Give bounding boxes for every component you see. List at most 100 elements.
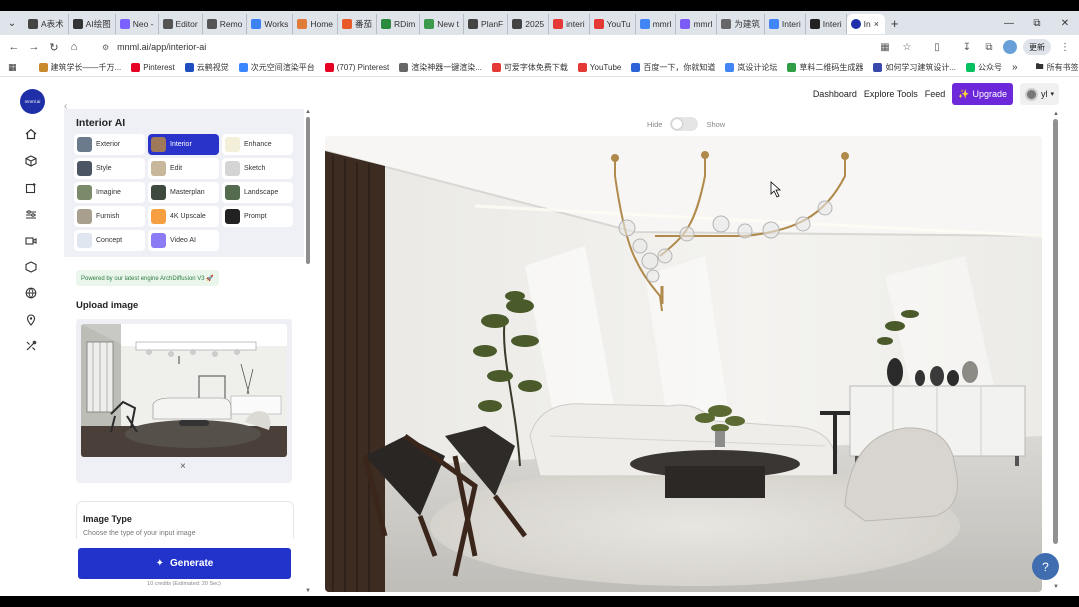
relaunch-button[interactable]: 更新 — [1023, 39, 1051, 55]
upload-dropzone[interactable]: × — [76, 319, 292, 483]
scroll-down-icon[interactable]: ▼ — [305, 588, 311, 594]
bookmark-item[interactable]: 公众号 — [966, 62, 1002, 73]
tab-search-icon[interactable]: ⌄ — [0, 11, 24, 35]
minimize-icon[interactable]: — — [995, 18, 1023, 29]
browser-tab[interactable]: New t — [420, 14, 465, 34]
close-window-icon[interactable]: ✕ — [1051, 18, 1079, 29]
browser-tab[interactable]: mmrl — [636, 14, 677, 34]
sliders-icon[interactable] — [24, 208, 38, 222]
browser-tab[interactable]: Remo — [203, 14, 248, 34]
browser-tab[interactable]: 为建筑 — [717, 14, 765, 34]
mode-style-button[interactable]: Style — [74, 158, 145, 179]
upgrade-button[interactable]: ✨ Upgrade — [952, 83, 1013, 105]
browser-tab[interactable]: mmrl — [676, 14, 718, 34]
nav-explore-tools[interactable]: Explore Tools — [864, 89, 918, 99]
mode-concept-button[interactable]: Concept — [74, 230, 145, 251]
browser-tab[interactable]: interi — [549, 14, 590, 34]
browser-tab[interactable]: RDim — [377, 14, 421, 34]
share-icon[interactable]: ⧉ — [981, 42, 997, 53]
mode-masterplan-button[interactable]: Masterplan — [148, 182, 219, 203]
tab-active[interactable]: In × — [846, 14, 885, 34]
bookmark-item[interactable]: (707) Pinterest — [324, 62, 389, 73]
nav-feed[interactable]: Feed — [925, 89, 946, 99]
bookmark-item[interactable]: 渲染神器一键渲染... — [399, 62, 482, 73]
browser-menu-icon[interactable]: ⋮ — [1057, 42, 1073, 53]
scroll-up-icon[interactable]: ▲ — [305, 109, 311, 115]
extensions-icon[interactable]: ▯ — [929, 42, 945, 53]
help-button[interactable]: ? — [1032, 553, 1059, 580]
browser-tab[interactable]: AI绘图 — [69, 14, 116, 34]
download-icon[interactable]: ↧ — [959, 42, 975, 53]
back-icon[interactable]: ← — [4, 41, 24, 53]
bookmark-item[interactable]: 岚设计论坛 — [725, 62, 777, 73]
browser-tab[interactable]: Interi — [806, 14, 847, 34]
reload-icon[interactable]: ↻ — [44, 41, 64, 54]
remove-image-icon[interactable]: × — [180, 461, 186, 472]
all-bookmarks[interactable]: 🖿 所有书签 — [1036, 61, 1079, 75]
generate-button[interactable]: ✦ Generate — [78, 548, 291, 579]
tools-icon[interactable] — [24, 339, 38, 353]
mode-sketch-button[interactable]: Sketch — [222, 158, 293, 179]
bookmark-item[interactable]: 可爱字体免费下载 — [491, 62, 568, 73]
mode-4k-upscale-button[interactable]: 4K Upscale — [148, 206, 219, 227]
more-bookmarks-icon[interactable]: » — [1012, 62, 1018, 73]
site-info-icon[interactable]: ⚙ — [102, 43, 109, 52]
restore-icon[interactable]: ⧉ — [1023, 18, 1051, 29]
browser-tab[interactable]: YouTu — [590, 14, 636, 34]
logo[interactable]: mnml.ai — [20, 89, 45, 114]
main-scroll-up-icon[interactable]: ▲ — [1053, 111, 1059, 117]
forward-icon[interactable]: → — [24, 41, 44, 53]
bookmark-item[interactable]: YouTube — [577, 62, 621, 73]
browser-tab[interactable]: Works — [247, 14, 294, 34]
bookmark-item[interactable]: 建筑学长——千万... — [38, 62, 121, 73]
video-icon[interactable] — [24, 234, 38, 248]
bookmark-item[interactable]: 次元空间渲染平台 — [238, 62, 315, 73]
mode-imagine-button[interactable]: Imagine — [74, 182, 145, 203]
browser-tab[interactable]: PlanF — [464, 14, 509, 34]
browser-tab[interactable]: Home — [293, 14, 339, 34]
mode-prompt-button[interactable]: Prompt — [222, 206, 293, 227]
browser-tab[interactable]: Interi — [765, 14, 806, 34]
bookmark-item[interactable]: 如何学习建筑设计... — [873, 62, 956, 73]
mode-enhance-button[interactable]: Enhance — [222, 134, 293, 155]
profile-avatar[interactable] — [1003, 40, 1017, 54]
main-scrollbar-thumb[interactable] — [1053, 119, 1058, 544]
url-field[interactable]: ⚙ mnml.ai/app/interior-ai — [102, 42, 206, 52]
bookmark-item[interactable]: 百度一下，你就知道 — [631, 62, 715, 73]
mode-exterior-button[interactable]: Exterior — [74, 134, 145, 155]
bookmark-item[interactable]: 草料二维码生成器 — [787, 62, 863, 73]
home-icon[interactable]: ⌂ — [64, 41, 84, 53]
main-scroll-down-icon[interactable]: ▼ — [1053, 584, 1059, 590]
bookmark-star-icon[interactable]: ☆ — [899, 42, 915, 53]
main-scrollbar[interactable]: ▲ ▼ — [1050, 109, 1060, 596]
mode-landscape-button[interactable]: Landscape — [222, 182, 293, 203]
mode-edit-button[interactable]: Edit — [148, 158, 219, 179]
apps-grid-icon[interactable]: ▦ — [8, 62, 17, 73]
mode-label: Imagine — [96, 189, 121, 196]
browser-tab[interactable]: Editor — [159, 14, 203, 34]
cube-icon[interactable] — [24, 154, 38, 168]
hide-show-switch[interactable] — [670, 117, 699, 131]
globe-icon[interactable] — [24, 286, 38, 300]
panel-scrollbar[interactable]: ▲ ▼ — [305, 109, 311, 596]
mode-interior-button[interactable]: Interior — [148, 134, 219, 155]
location-pin-icon[interactable] — [24, 313, 38, 327]
browser-tab[interactable]: Neo - — [116, 14, 159, 34]
mode-furnish-button[interactable]: Furnish — [74, 206, 145, 227]
box-icon[interactable] — [24, 260, 38, 274]
translate-icon[interactable]: ▦ — [877, 42, 893, 53]
bookmark-label: 如何学习建筑设计... — [885, 63, 957, 72]
close-tab-icon[interactable]: × — [874, 19, 879, 29]
mode-video-ai-button[interactable]: Video AI — [148, 230, 219, 251]
browser-tab[interactable]: 2025 — [508, 14, 550, 34]
panel-scrollbar-thumb[interactable] — [306, 117, 310, 264]
image-add-icon[interactable] — [24, 181, 38, 195]
home-icon[interactable] — [24, 127, 38, 141]
browser-tab[interactable]: A表术 — [24, 14, 69, 34]
bookmark-item[interactable]: 云鹤视觉 — [184, 62, 229, 73]
new-tab-button[interactable]: + — [885, 16, 905, 31]
browser-tab[interactable]: 番茄 — [338, 14, 378, 34]
nav-dashboard[interactable]: Dashboard — [813, 89, 857, 99]
bookmark-item[interactable]: Pinterest — [131, 62, 175, 73]
user-menu[interactable]: yl ▾ — [1019, 83, 1059, 105]
